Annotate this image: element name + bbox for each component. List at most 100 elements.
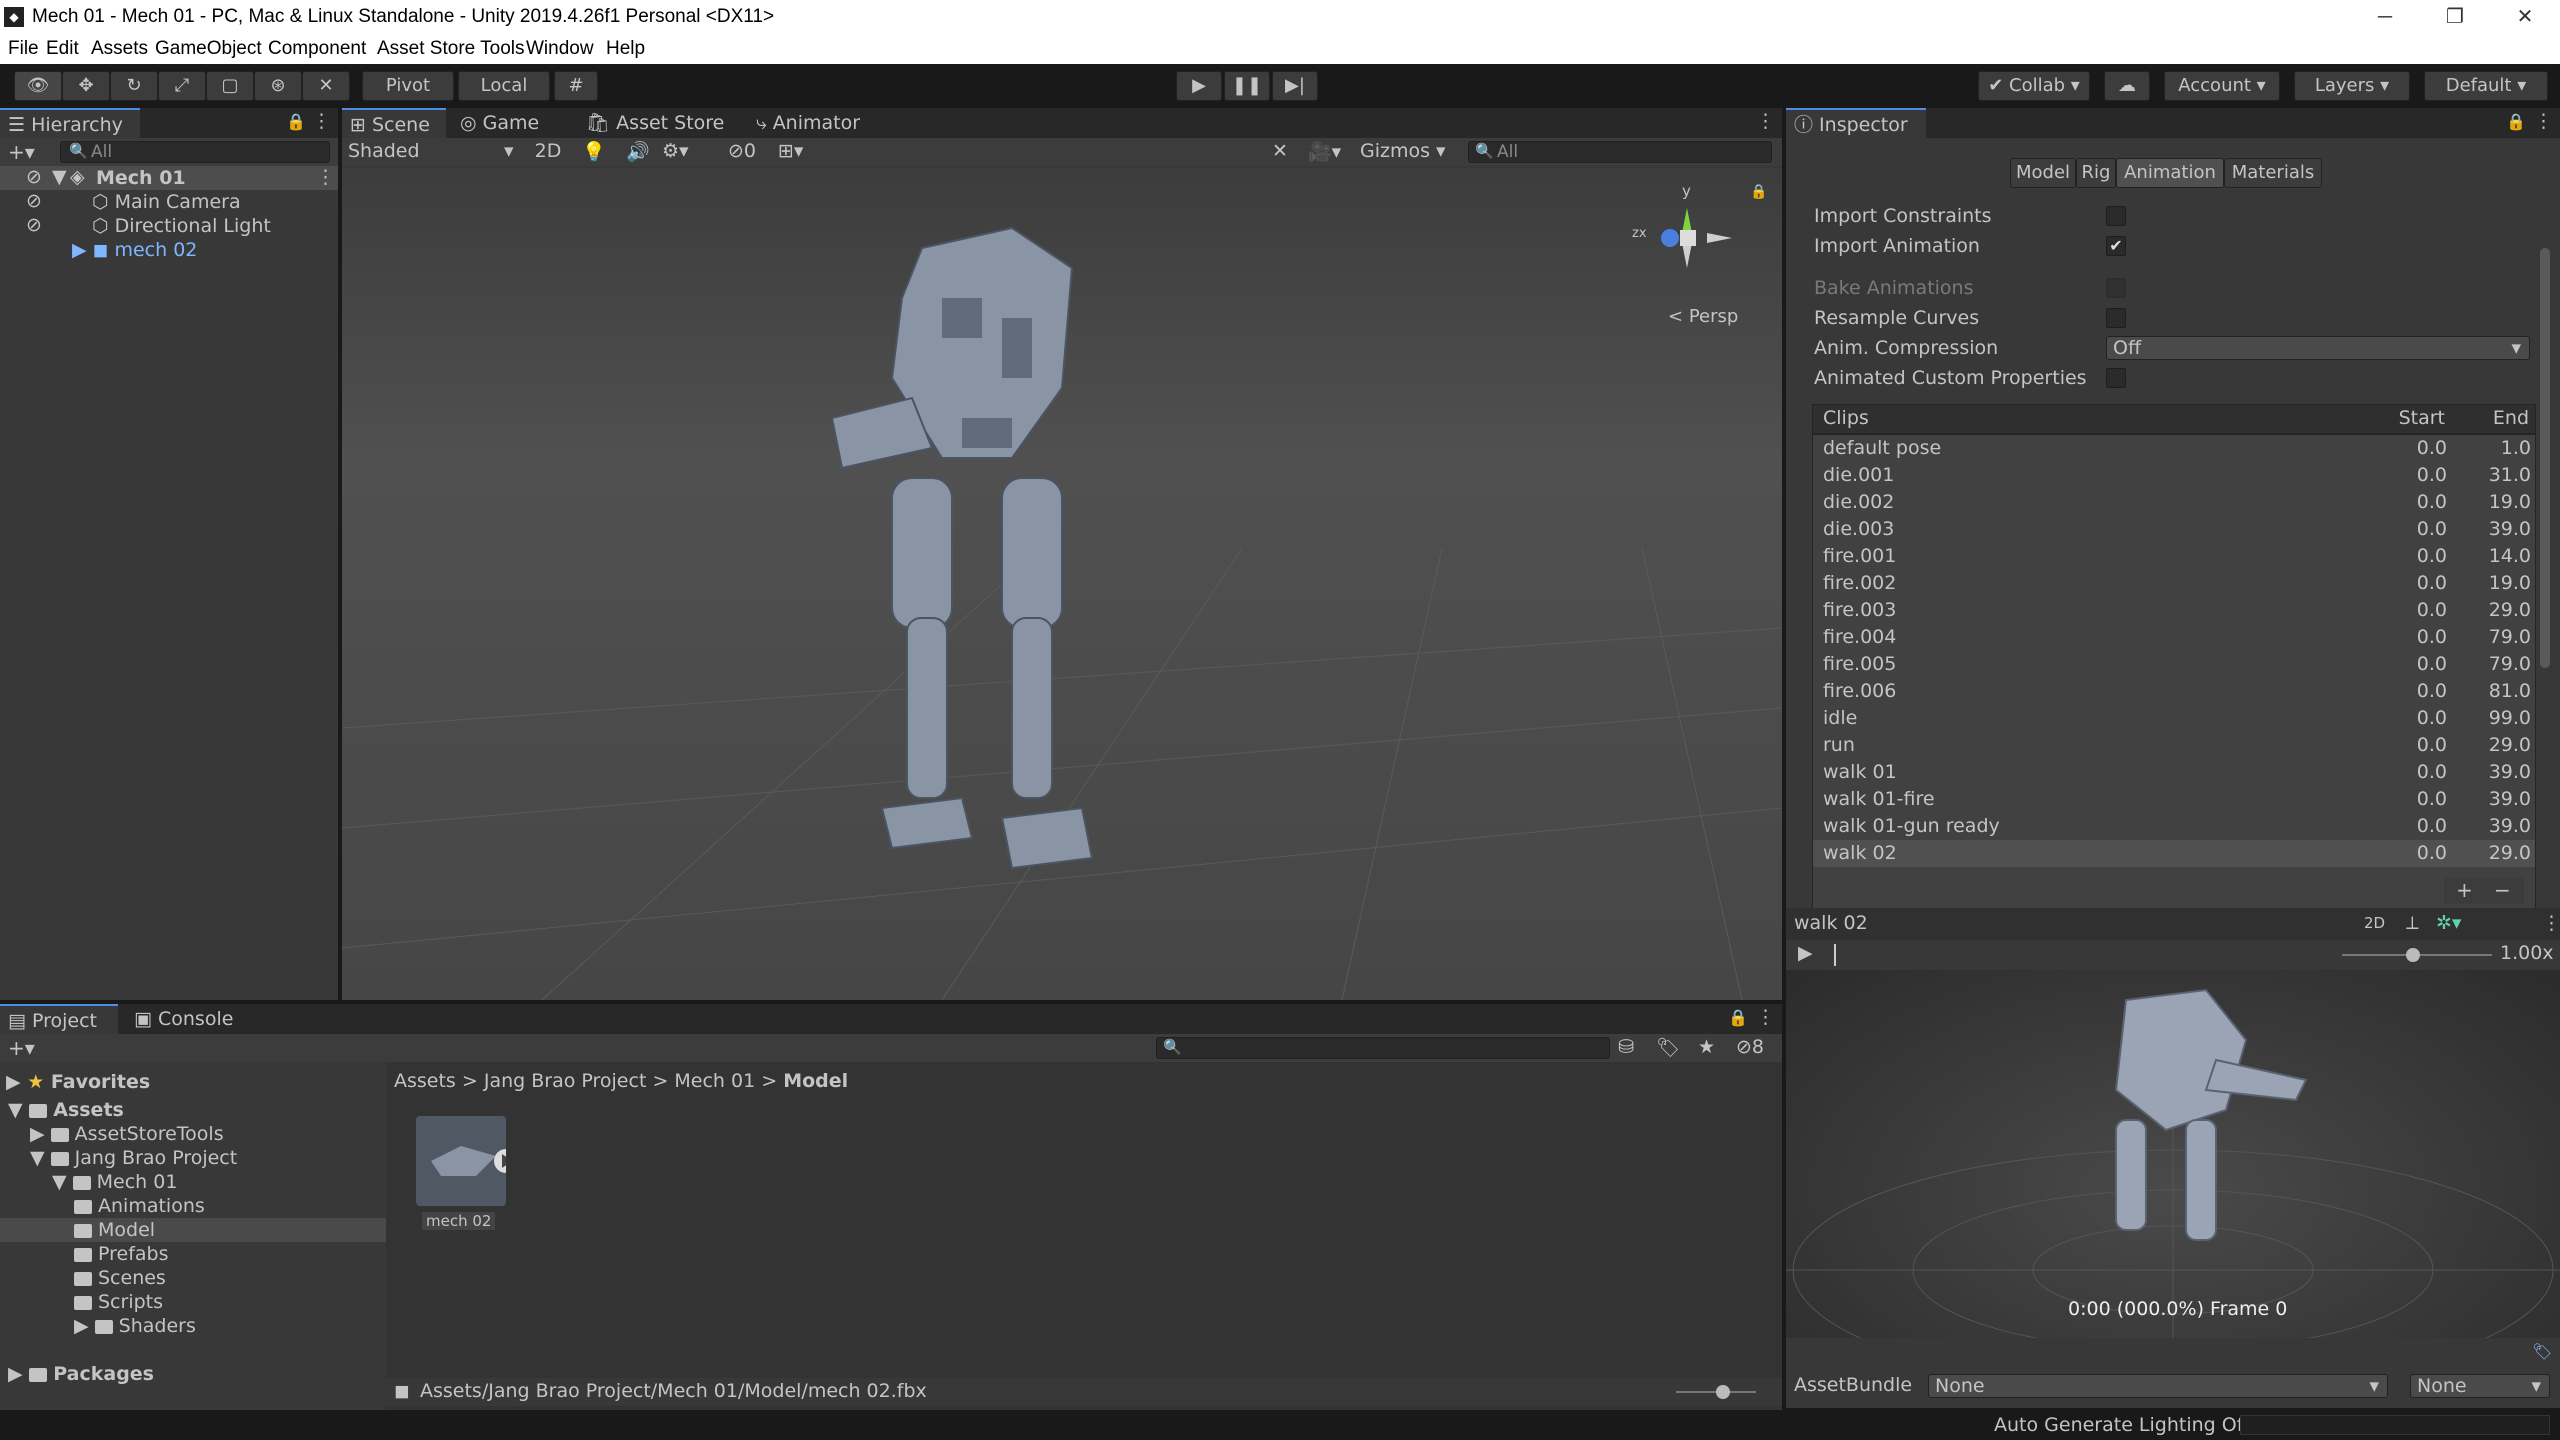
visibility-icon[interactable]: ⊘	[26, 190, 42, 212]
assetbundle-variant-dropdown[interactable]: None ▾	[2410, 1374, 2550, 1398]
import-animation-checkbox[interactable]: ✔	[2106, 236, 2126, 256]
more-menu-icon[interactable]: ⋮	[1756, 1006, 1775, 1028]
maximize-button[interactable]: ❐	[2420, 0, 2490, 34]
pause-button[interactable]: ❚❚	[1224, 71, 1270, 101]
camera-icon[interactable]: 🎥▾	[1308, 140, 1341, 163]
menu-gameobject[interactable]: GameObject	[155, 38, 262, 60]
local-button[interactable]: Local	[458, 71, 550, 101]
tab-hierarchy[interactable]: ☰ Hierarchy	[0, 108, 140, 138]
expand-arrow-icon[interactable]: ▶	[72, 239, 93, 261]
transform-tool-icon[interactable]: ⊛	[254, 71, 302, 101]
hidden-objects-toggle[interactable]: ⊘0	[728, 140, 756, 162]
expand-arrow-icon[interactable]: ▶	[74, 1315, 95, 1337]
hierarchy-item-main-camera[interactable]: ⬡ Main Camera	[92, 190, 241, 214]
clip-row[interactable]: walk 01-fire 0.0 39.0	[1813, 786, 2535, 813]
lighting-status[interactable]: Auto Generate Lighting Off	[1994, 1414, 2250, 1436]
hierarchy-search-input[interactable]: 🔍 All	[60, 141, 330, 163]
more-menu-icon[interactable]: ⋮	[2542, 912, 2560, 934]
create-button[interactable]: +▾	[8, 140, 35, 164]
more-menu-icon[interactable]: ⋮	[312, 110, 331, 132]
tools-icon[interactable]: ✕	[1272, 140, 1288, 162]
favorite-icon[interactable]: ★	[1698, 1036, 1715, 1058]
breadcrumb-item[interactable]: Jang Brao Project	[484, 1070, 647, 1092]
clip-row[interactable]: die.003 0.0 39.0	[1813, 516, 2535, 543]
menu-window[interactable]: Window	[526, 38, 594, 60]
inspector-scrollbar[interactable]	[2540, 248, 2550, 668]
breadcrumb-item[interactable]: Mech 01	[674, 1070, 755, 1092]
menu-edit[interactable]: Edit	[46, 38, 79, 60]
breadcrumb-item[interactable]: Assets	[394, 1070, 456, 1092]
folder-tree-item[interactable]: ▶ AssetStoreTools	[0, 1122, 386, 1146]
expand-arrow-icon[interactable]: ▶	[8, 1363, 29, 1385]
perspective-toggle[interactable]: < Persp	[1668, 306, 1738, 327]
tab-scene[interactable]: ⊞ Scene	[342, 108, 446, 138]
pivot-button[interactable]: Pivot	[362, 71, 454, 101]
hierarchy-scene-row[interactable]: ⊘ ▼ ◈ Mech 01 ⋮	[0, 166, 338, 190]
close-button[interactable]: ✕	[2490, 0, 2560, 34]
folder-tree-item[interactable]: Animations	[0, 1194, 386, 1218]
lock-icon[interactable]: 🔒	[1750, 184, 1767, 200]
animation-preview[interactable]: 0:00 (000.0%) Frame 0	[1786, 970, 2560, 1338]
menu-file[interactable]: File	[8, 38, 39, 60]
scene-menu-icon[interactable]: ⋮	[316, 166, 335, 188]
filter-label-icon[interactable]: 🏷	[1656, 1036, 1680, 1059]
orientation-gizmo[interactable]: y zx	[1632, 182, 1752, 288]
scene-search-input[interactable]: 🔍 All	[1468, 141, 1772, 163]
hidden-packages-toggle[interactable]: ⊘8	[1736, 1036, 1764, 1058]
hierarchy-item-mech-02[interactable]: ▶ ◼ mech 02	[72, 238, 197, 262]
timeline-cursor[interactable]	[1834, 944, 1836, 966]
clip-row[interactable]: fire.005 0.0 79.0	[1813, 651, 2535, 678]
folder-tree-item[interactable]: ▶ Packages	[0, 1362, 386, 1386]
clip-row[interactable]: fire.002 0.0 19.0	[1813, 570, 2535, 597]
pivot-icon[interactable]: ⟂	[2406, 912, 2419, 934]
move-tool-icon[interactable]: ✥	[62, 71, 110, 101]
audio-icon[interactable]: 🔊	[626, 140, 650, 163]
clip-row[interactable]: walk 01 0.0 39.0	[1813, 759, 2535, 786]
icon-size-handle[interactable]	[1716, 1385, 1730, 1399]
tab-rig[interactable]: Rig	[2076, 158, 2116, 188]
visibility-icon[interactable]: ⊘	[26, 214, 42, 236]
menu-asset-store-tools[interactable]: Asset Store Tools	[377, 38, 525, 60]
expand-arrow-icon[interactable]: ▶	[30, 1123, 51, 1145]
view-tool-icon[interactable]: 👁	[14, 71, 62, 101]
collab-button[interactable]: ✔ Collab ▾	[1978, 71, 2090, 101]
filter-type-icon[interactable]: ⛁	[1618, 1036, 1634, 1058]
preview-play-button[interactable]: ▶	[1798, 942, 1813, 964]
breadcrumb-current[interactable]: Model	[783, 1070, 848, 1092]
remove-clip-button[interactable]: −	[2494, 878, 2511, 902]
folder-tree-item[interactable]: Scripts	[0, 1290, 386, 1314]
snap-icon[interactable]: #	[554, 71, 598, 101]
more-menu-icon[interactable]: ⋮	[2534, 110, 2553, 132]
tag-icon[interactable]: 🏷	[2532, 1342, 2552, 1361]
step-button[interactable]: ▶|	[1272, 71, 1318, 101]
tab-game[interactable]: ◎ Game	[452, 108, 552, 138]
cloud-icon[interactable]: ☁	[2104, 71, 2150, 101]
menu-help[interactable]: Help	[606, 38, 645, 60]
add-clip-button[interactable]: +	[2456, 878, 2473, 902]
expand-arrow-icon[interactable]: ▼	[30, 1147, 51, 1169]
tab-model[interactable]: Model	[2010, 158, 2076, 188]
clip-row[interactable]: fire.003 0.0 29.0	[1813, 597, 2535, 624]
tab-materials[interactable]: Materials	[2224, 158, 2322, 188]
lock-icon[interactable]: 🔒	[286, 112, 306, 131]
folder-tree-item[interactable]: ▼ Mech 01	[0, 1170, 386, 1194]
asset-thumbnail-mech-02[interactable]	[416, 1116, 518, 1206]
clip-row[interactable]: walk 01-gun ready 0.0 39.0	[1813, 813, 2535, 840]
gizmos-dropdown[interactable]: Gizmos ▾	[1360, 140, 1446, 162]
play-button[interactable]: ▶	[1176, 71, 1222, 101]
hierarchy-item-directional-light[interactable]: ⬡ Directional Light	[92, 214, 271, 238]
minimize-button[interactable]: ─	[2350, 0, 2420, 34]
clips-list[interactable]: default pose 0.0 1.0 die.001 0.0 31.0 die.002 0…	[1812, 434, 2536, 980]
lock-icon[interactable]: 🔒	[1728, 1008, 1748, 1027]
menu-component[interactable]: Component	[268, 38, 366, 60]
anim-compression-dropdown[interactable]: Off ▾	[2106, 336, 2530, 360]
visibility-icon[interactable]: ⊘	[26, 166, 42, 188]
preview-2d-toggle[interactable]: 2D	[2364, 914, 2385, 932]
animated-custom-checkbox[interactable]	[2106, 368, 2126, 388]
folder-tree-item[interactable]: Scenes	[0, 1266, 386, 1290]
folder-tree-item[interactable]: ▼ Jang Brao Project	[0, 1146, 386, 1170]
rotate-tool-icon[interactable]: ↻	[110, 71, 158, 101]
avatar-icon[interactable]: ✲▾	[2436, 912, 2461, 934]
rect-tool-icon[interactable]: ▢	[206, 71, 254, 101]
tab-animation[interactable]: Animation	[2116, 158, 2224, 188]
